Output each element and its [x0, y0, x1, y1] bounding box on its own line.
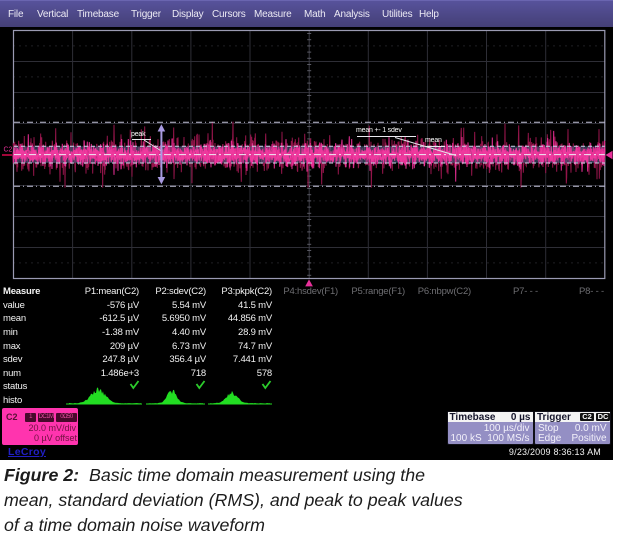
svg-text:C2: C2 — [4, 147, 13, 154]
